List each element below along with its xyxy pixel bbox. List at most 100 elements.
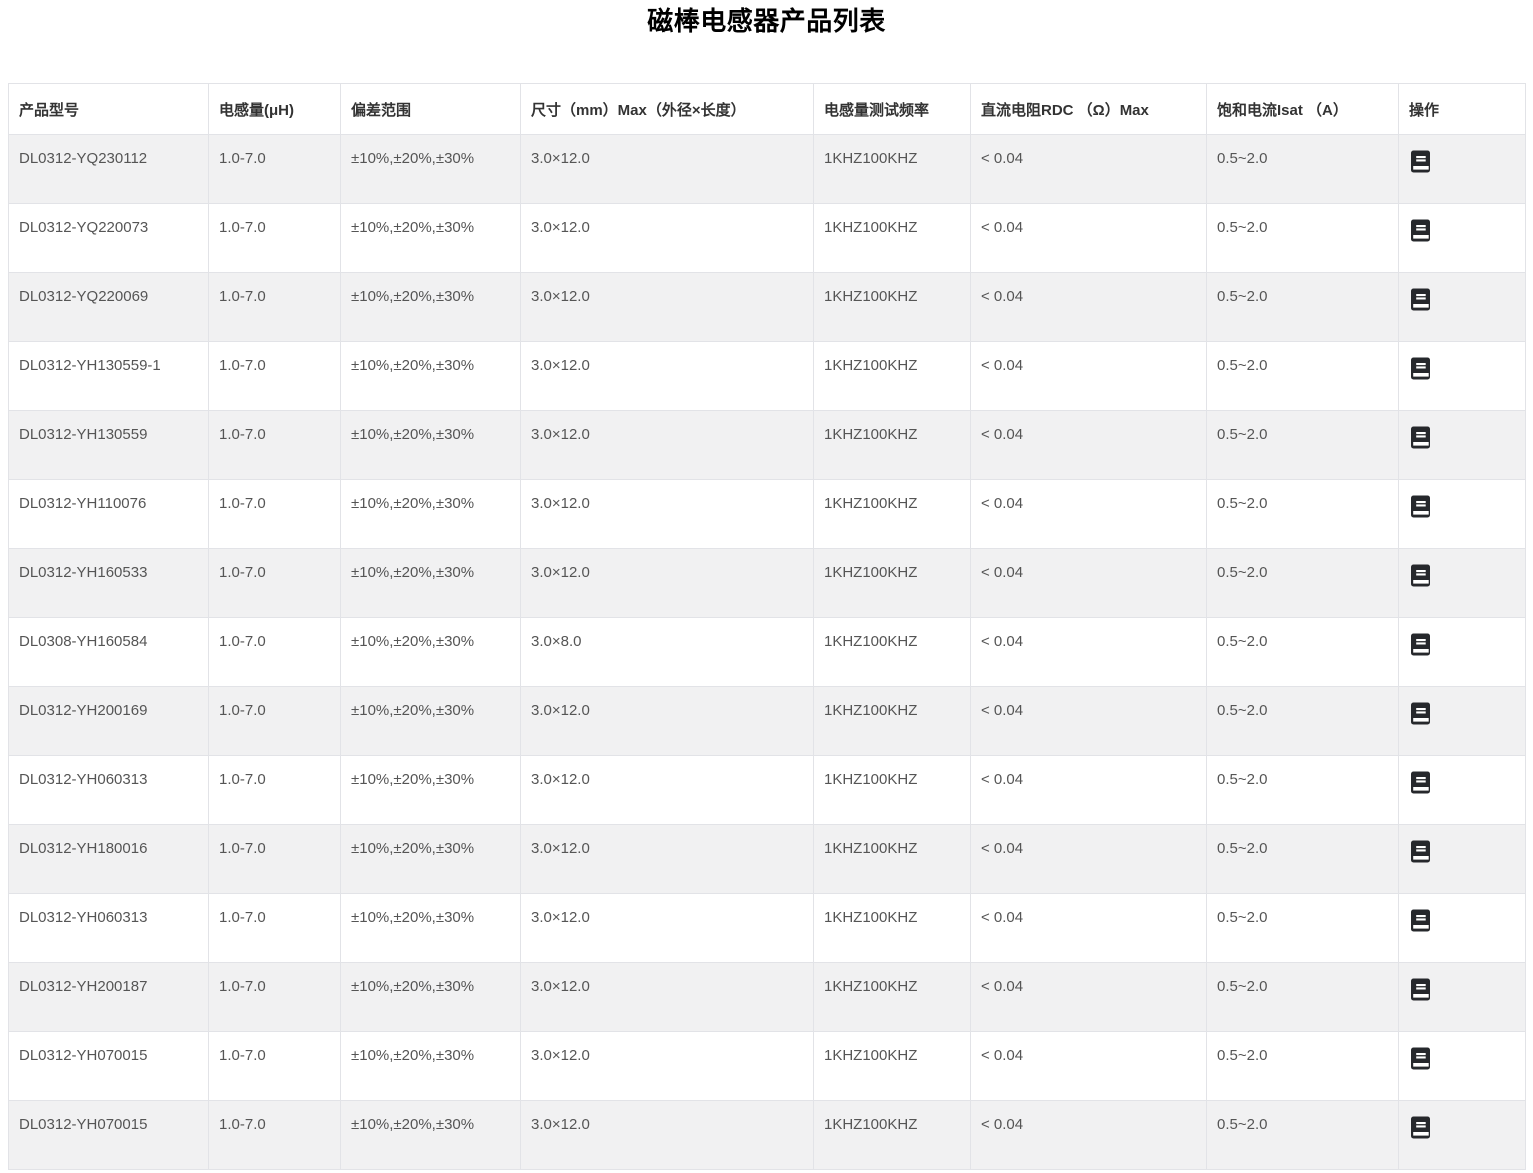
datasheet-action-button[interactable]: [1409, 426, 1433, 450]
cell-rdc: < 0.04: [970, 548, 1207, 618]
cell-isat: 0.5~2.0: [1206, 134, 1399, 204]
cell-freq: 1KHZ100KHZ: [813, 134, 971, 204]
datasheet-action-button[interactable]: [1409, 1116, 1433, 1140]
datasheet-action-button[interactable]: [1409, 702, 1433, 726]
datasheet-action-button[interactable]: [1409, 357, 1433, 381]
cell-size: 3.0×12.0: [520, 686, 814, 756]
notebook-icon: [1411, 564, 1430, 587]
datasheet-action-button[interactable]: [1409, 840, 1433, 864]
cell-rdc: < 0.04: [970, 893, 1207, 963]
cell-rdc: < 0.04: [970, 134, 1207, 204]
cell-freq: 1KHZ100KHZ: [813, 617, 971, 687]
cell-freq: 1KHZ100KHZ: [813, 1031, 971, 1101]
cell-action: [1398, 755, 1526, 825]
table-row: DL0312-YH060313 1.0-7.0 ±10%,±20%,±30% 3.0×…: [8, 893, 1526, 963]
notebook-icon: [1411, 702, 1430, 725]
cell-tolerance: ±10%,±20%,±30%: [340, 272, 521, 342]
table-row: DL0312-YH130559-1 1.0-7.0 ±10%,±20%,±30% 3.…: [8, 341, 1526, 411]
datasheet-action-button[interactable]: [1409, 219, 1433, 243]
cell-size: 3.0×12.0: [520, 893, 814, 963]
table-row: DL0312-YH070015 1.0-7.0 ±10%,±20%,±30% 3.0×…: [8, 1100, 1526, 1170]
cell-action: [1398, 617, 1526, 687]
cell-model: DL0312-YH060313: [8, 755, 209, 825]
cell-model: DL0312-YH180016: [8, 824, 209, 894]
cell-isat: 0.5~2.0: [1206, 548, 1399, 618]
cell-freq: 1KHZ100KHZ: [813, 686, 971, 756]
cell-action: [1398, 272, 1526, 342]
cell-inductance: 1.0-7.0: [208, 1100, 341, 1170]
cell-model: DL0312-YQ220069: [8, 272, 209, 342]
cell-model: DL0312-YH200187: [8, 962, 209, 1032]
cell-tolerance: ±10%,±20%,±30%: [340, 410, 521, 480]
cell-action: [1398, 824, 1526, 894]
datasheet-action-button[interactable]: [1409, 288, 1433, 312]
cell-rdc: < 0.04: [970, 824, 1207, 894]
notebook-icon: [1411, 150, 1430, 173]
datasheet-action-button[interactable]: [1409, 771, 1433, 795]
cell-freq: 1KHZ100KHZ: [813, 203, 971, 273]
cell-tolerance: ±10%,±20%,±30%: [340, 548, 521, 618]
cell-freq: 1KHZ100KHZ: [813, 962, 971, 1032]
cell-action: [1398, 548, 1526, 618]
datasheet-action-button[interactable]: [1409, 1047, 1433, 1071]
cell-tolerance: ±10%,±20%,±30%: [340, 962, 521, 1032]
cell-isat: 0.5~2.0: [1206, 272, 1399, 342]
product-table: 产品型号 电感量(μH) 偏差范围 尺寸（mm）Max（外径×长度） 电感量测试…: [8, 83, 1526, 1170]
notebook-icon: [1411, 909, 1430, 932]
datasheet-action-button[interactable]: [1409, 495, 1433, 519]
cell-isat: 0.5~2.0: [1206, 755, 1399, 825]
cell-inductance: 1.0-7.0: [208, 824, 341, 894]
cell-action: [1398, 962, 1526, 1032]
cell-action: [1398, 341, 1526, 411]
table-row: DL0308-YH160584 1.0-7.0 ±10%,±20%,±30% 3.0×…: [8, 617, 1526, 687]
table-row: DL0312-YH200187 1.0-7.0 ±10%,±20%,±30% 3.0×…: [8, 962, 1526, 1032]
cell-freq: 1KHZ100KHZ: [813, 410, 971, 480]
cell-freq: 1KHZ100KHZ: [813, 548, 971, 618]
datasheet-action-button[interactable]: [1409, 564, 1433, 588]
cell-isat: 0.5~2.0: [1206, 203, 1399, 273]
cell-rdc: < 0.04: [970, 341, 1207, 411]
product-table-container: 产品型号 电感量(μH) 偏差范围 尺寸（mm）Max（外径×长度） 电感量测试…: [8, 83, 1526, 1170]
cell-isat: 0.5~2.0: [1206, 617, 1399, 687]
notebook-icon: [1411, 1047, 1430, 1070]
cell-isat: 0.5~2.0: [1206, 410, 1399, 480]
datasheet-action-button[interactable]: [1409, 150, 1433, 174]
cell-isat: 0.5~2.0: [1206, 962, 1399, 1032]
cell-inductance: 1.0-7.0: [208, 203, 341, 273]
notebook-icon: [1411, 1116, 1430, 1139]
cell-rdc: < 0.04: [970, 1100, 1207, 1170]
cell-rdc: < 0.04: [970, 755, 1207, 825]
cell-rdc: < 0.04: [970, 203, 1207, 273]
cell-model: DL0312-YH130559: [8, 410, 209, 480]
cell-tolerance: ±10%,±20%,±30%: [340, 134, 521, 204]
cell-inductance: 1.0-7.0: [208, 134, 341, 204]
cell-model: DL0312-YH200169: [8, 686, 209, 756]
notebook-icon: [1411, 357, 1430, 380]
page-title: 磁棒电感器产品列表: [647, 6, 886, 36]
column-header-rdc: 直流电阻RDC （Ω）Max: [970, 83, 1207, 135]
column-header-tolerance: 偏差范围: [340, 83, 521, 135]
cell-tolerance: ±10%,±20%,±30%: [340, 1031, 521, 1101]
datasheet-action-button[interactable]: [1409, 909, 1433, 933]
datasheet-action-button[interactable]: [1409, 633, 1433, 657]
cell-size: 3.0×12.0: [520, 962, 814, 1032]
cell-action: [1398, 893, 1526, 963]
cell-rdc: < 0.04: [970, 1031, 1207, 1101]
cell-tolerance: ±10%,±20%,±30%: [340, 893, 521, 963]
cell-tolerance: ±10%,±20%,±30%: [340, 341, 521, 411]
cell-action: [1398, 134, 1526, 204]
datasheet-action-button[interactable]: [1409, 978, 1433, 1002]
cell-inductance: 1.0-7.0: [208, 410, 341, 480]
column-header-isat: 饱和电流Isat （A）: [1206, 83, 1399, 135]
cell-inductance: 1.0-7.0: [208, 755, 341, 825]
cell-action: [1398, 686, 1526, 756]
table-row: DL0312-YQ220069 1.0-7.0 ±10%,±20%,±30% 3.0×…: [8, 272, 1526, 342]
cell-isat: 0.5~2.0: [1206, 824, 1399, 894]
notebook-icon: [1411, 978, 1430, 1001]
cell-inductance: 1.0-7.0: [208, 479, 341, 549]
cell-tolerance: ±10%,±20%,±30%: [340, 755, 521, 825]
cell-size: 3.0×12.0: [520, 1031, 814, 1101]
table-row: DL0312-YH060313 1.0-7.0 ±10%,±20%,±30% 3.0×…: [8, 755, 1526, 825]
cell-tolerance: ±10%,±20%,±30%: [340, 824, 521, 894]
cell-inductance: 1.0-7.0: [208, 548, 341, 618]
